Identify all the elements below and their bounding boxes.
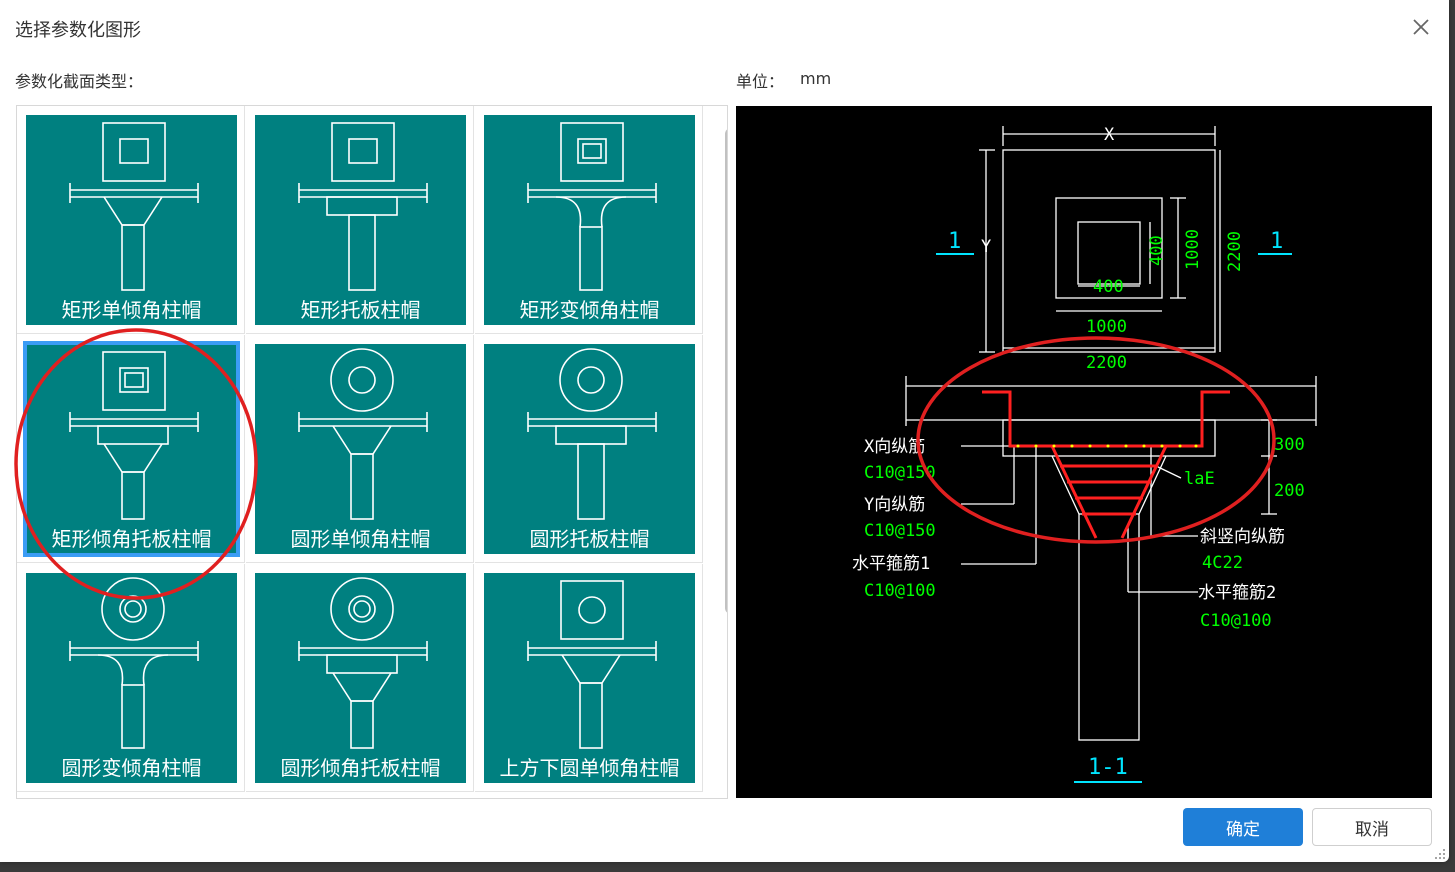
section-mark-left: 1 bbox=[948, 229, 961, 254]
shape-tile-label: 上方下圆单倾角柱帽 bbox=[499, 756, 680, 780]
dialog-title: 选择参数化图形 bbox=[15, 20, 141, 41]
x-rebar-spec: C10@150 bbox=[864, 463, 936, 483]
dim-x-label: X bbox=[1104, 125, 1115, 145]
gallery-scrollbar-thumb[interactable] bbox=[725, 128, 727, 614]
dim-400-vertical: 400 bbox=[1147, 235, 1167, 266]
shape-tile-rect-drop-panel[interactable]: 矩形托板柱帽 bbox=[255, 115, 466, 325]
circle-single-slope-icon bbox=[298, 348, 428, 520]
rect-single-slope-icon bbox=[69, 122, 199, 291]
shape-cell-square-top-circle-bottom[interactable]: 上方下圆单倾角柱帽 bbox=[475, 564, 703, 792]
dim-1000-horizontal: 1000 bbox=[1086, 317, 1127, 337]
dim-y-label: Y bbox=[981, 237, 991, 257]
section-mark-right: 1 bbox=[1270, 229, 1283, 254]
y-rebar-spec: C10@150 bbox=[864, 521, 936, 541]
shape-tile-label: 矩形变倾角柱帽 bbox=[519, 298, 660, 322]
h-stirrup1-spec: C10@100 bbox=[864, 581, 936, 601]
preview-drawing: X Y 400 400 1000 2200 1000 2200 1 1 300 … bbox=[852, 125, 1317, 783]
circle-variable-slope-icon bbox=[69, 577, 199, 749]
slant-rebar-spec: 4C22 bbox=[1202, 553, 1243, 573]
circle-drop-panel-icon bbox=[527, 348, 657, 520]
dim-2200-vertical: 2200 bbox=[1225, 231, 1245, 272]
shape-tile-label: 圆形单倾角柱帽 bbox=[290, 527, 431, 551]
shape-tile-rect-variable-slope[interactable]: 矩形变倾角柱帽 bbox=[484, 115, 695, 325]
shape-tile-label: 圆形倾角托板柱帽 bbox=[280, 756, 441, 780]
shape-tile-label: 圆形托板柱帽 bbox=[529, 527, 650, 551]
shape-tile-label: 圆形变倾角柱帽 bbox=[61, 756, 202, 780]
h-stirrup1-label: 水平箍筋1 bbox=[852, 554, 930, 574]
close-icon[interactable] bbox=[1408, 14, 1434, 40]
shape-tile-rect-single-slope[interactable]: 矩形单倾角柱帽 bbox=[26, 115, 237, 325]
shape-cell-circle-drop-panel[interactable]: 圆形托板柱帽 bbox=[475, 335, 703, 563]
rect-variable-slope-icon bbox=[527, 122, 657, 291]
section-type-label: 参数化截面类型： bbox=[15, 72, 144, 91]
section-preview: X Y 400 400 1000 2200 1000 2200 1 1 300 … bbox=[736, 106, 1432, 798]
resize-grip-icon[interactable] bbox=[1432, 846, 1446, 860]
square-top-circle-bottom-icon bbox=[527, 580, 657, 749]
cancel-button[interactable]: 取消 bbox=[1312, 808, 1432, 846]
shape-tile-label: 矩形单倾角柱帽 bbox=[61, 298, 202, 322]
shape-tile-rect-slope-drop-panel[interactable]: 矩形倾角托板柱帽 bbox=[23, 341, 240, 557]
shape-tile-square-top-circle-bottom[interactable]: 上方下圆单倾角柱帽 bbox=[484, 573, 695, 783]
circle-slope-drop-panel-icon bbox=[298, 577, 428, 749]
shape-cell-circle-single-slope[interactable]: 圆形单倾角柱帽 bbox=[246, 335, 474, 563]
shape-cell-rect-single-slope[interactable]: 矩形单倾角柱帽 bbox=[17, 106, 245, 334]
select-parametric-shape-dialog: 选择参数化图形 参数化截面类型： 单位： mm 上方下圆单倾角柱帽 圆形倾角托板柱… bbox=[0, 0, 1449, 862]
shape-cell-rect-slope-drop-panel[interactable]: 矩形倾角托板柱帽 bbox=[17, 335, 245, 563]
unit-value: mm bbox=[800, 69, 832, 88]
shape-cell-circle-slope-drop-panel[interactable]: 圆形倾角托板柱帽 bbox=[246, 564, 474, 792]
dim-200-label: 200 bbox=[1274, 481, 1305, 501]
rect-slope-drop-panel-icon bbox=[69, 351, 199, 520]
shape-tile-circle-variable-slope[interactable]: 圆形变倾角柱帽 bbox=[26, 573, 237, 783]
shape-cell-rect-variable-slope[interactable]: 矩形变倾角柱帽 bbox=[475, 106, 703, 334]
h-stirrup2-label: 水平箍筋2 bbox=[1198, 583, 1276, 603]
dim-2200-horizontal: 2200 bbox=[1086, 353, 1127, 373]
shape-tile-circle-drop-panel[interactable]: 圆形托板柱帽 bbox=[484, 344, 695, 554]
dim-400-horizontal: 400 bbox=[1093, 277, 1124, 297]
rect-drop-panel-icon bbox=[298, 122, 428, 291]
shape-tile-circle-slope-drop-panel[interactable]: 圆形倾角托板柱帽 bbox=[255, 573, 466, 783]
slant-rebar-label: 斜竖向纵筋 bbox=[1200, 527, 1285, 547]
h-stirrup2-spec: C10@100 bbox=[1200, 611, 1272, 631]
confirm-button[interactable]: 确定 bbox=[1183, 808, 1303, 846]
dim-300-label: 300 bbox=[1274, 435, 1305, 455]
x-rebar-label: X向纵筋 bbox=[864, 437, 925, 457]
shape-tile-label: 矩形倾角托板柱帽 bbox=[51, 527, 212, 551]
dim-1000-vertical: 1000 bbox=[1183, 229, 1203, 270]
shape-cell-circle-variable-slope[interactable]: 圆形变倾角柱帽 bbox=[17, 564, 245, 792]
shape-cell-rect-drop-panel[interactable]: 矩形托板柱帽 bbox=[246, 106, 474, 334]
shape-tile-circle-single-slope[interactable]: 圆形单倾角柱帽 bbox=[255, 344, 466, 554]
shape-tile-label: 矩形托板柱帽 bbox=[300, 298, 421, 322]
unit-label: 单位： bbox=[736, 72, 785, 91]
lae-label: laE bbox=[1184, 469, 1215, 489]
y-rebar-label: Y向纵筋 bbox=[864, 495, 925, 515]
section-title-1-1: 1-1 bbox=[1088, 755, 1128, 780]
shape-gallery: 上方下圆单倾角柱帽 圆形倾角托板柱帽 圆形变倾角柱帽 圆形托板柱帽 圆形单倾角柱帽 矩形倾… bbox=[16, 105, 728, 799]
